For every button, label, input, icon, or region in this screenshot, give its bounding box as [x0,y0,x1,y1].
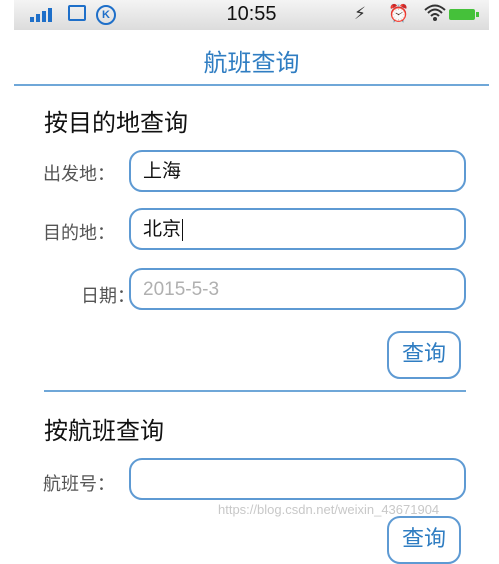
section-title-destination: 按目的地查询 [44,109,188,137]
departure-value: 上海 [143,160,182,182]
date-placeholder: 2015-5-3 [143,279,220,300]
flight-number-input[interactable] [129,458,466,500]
section-divider [44,390,466,392]
query-by-flight-button[interactable]: 查询 [387,516,461,564]
section-title-flight: 按航班查询 [44,417,164,445]
alarm-icon: ⏰ [388,4,410,24]
date-input[interactable]: 2015-5-3 [129,268,466,310]
battery-icon [449,9,479,20]
clock: 10:55 [226,3,277,25]
departure-input[interactable]: 上海 [129,150,466,192]
departure-label: 出发地： [43,164,115,185]
watermark: https://blog.csdn.net/weixin_43671904 [218,502,440,517]
query-by-destination-button[interactable]: 查询 [387,331,461,379]
destination-label: 目的地： [43,223,115,244]
flight-number-label: 航班号： [43,474,115,495]
wifi-icon [424,4,446,27]
destination-value: 北京 [143,218,182,240]
destination-input[interactable]: 北京 [129,208,466,250]
status-bar: K 10:55 ⚡ ⏰ [14,0,489,30]
page-title: 航班查询 [203,49,300,77]
nav-bar: 航班查询 [14,30,489,86]
date-label: 日期： [81,286,135,307]
vibrate-icon: ⚡ [354,4,366,24]
text-cursor [182,218,184,241]
